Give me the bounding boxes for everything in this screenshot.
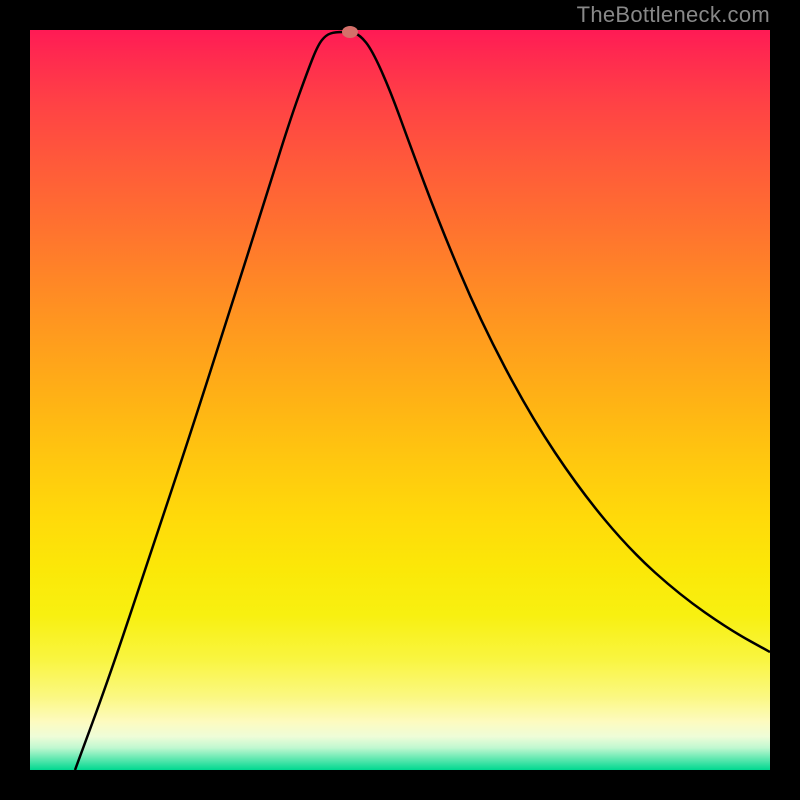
- chart-container: TheBottleneck.com: [0, 0, 800, 800]
- optimal-point-marker: [342, 26, 358, 38]
- bottleneck-curve: [30, 30, 770, 770]
- watermark-text: TheBottleneck.com: [577, 2, 770, 28]
- plot-area: [30, 30, 770, 770]
